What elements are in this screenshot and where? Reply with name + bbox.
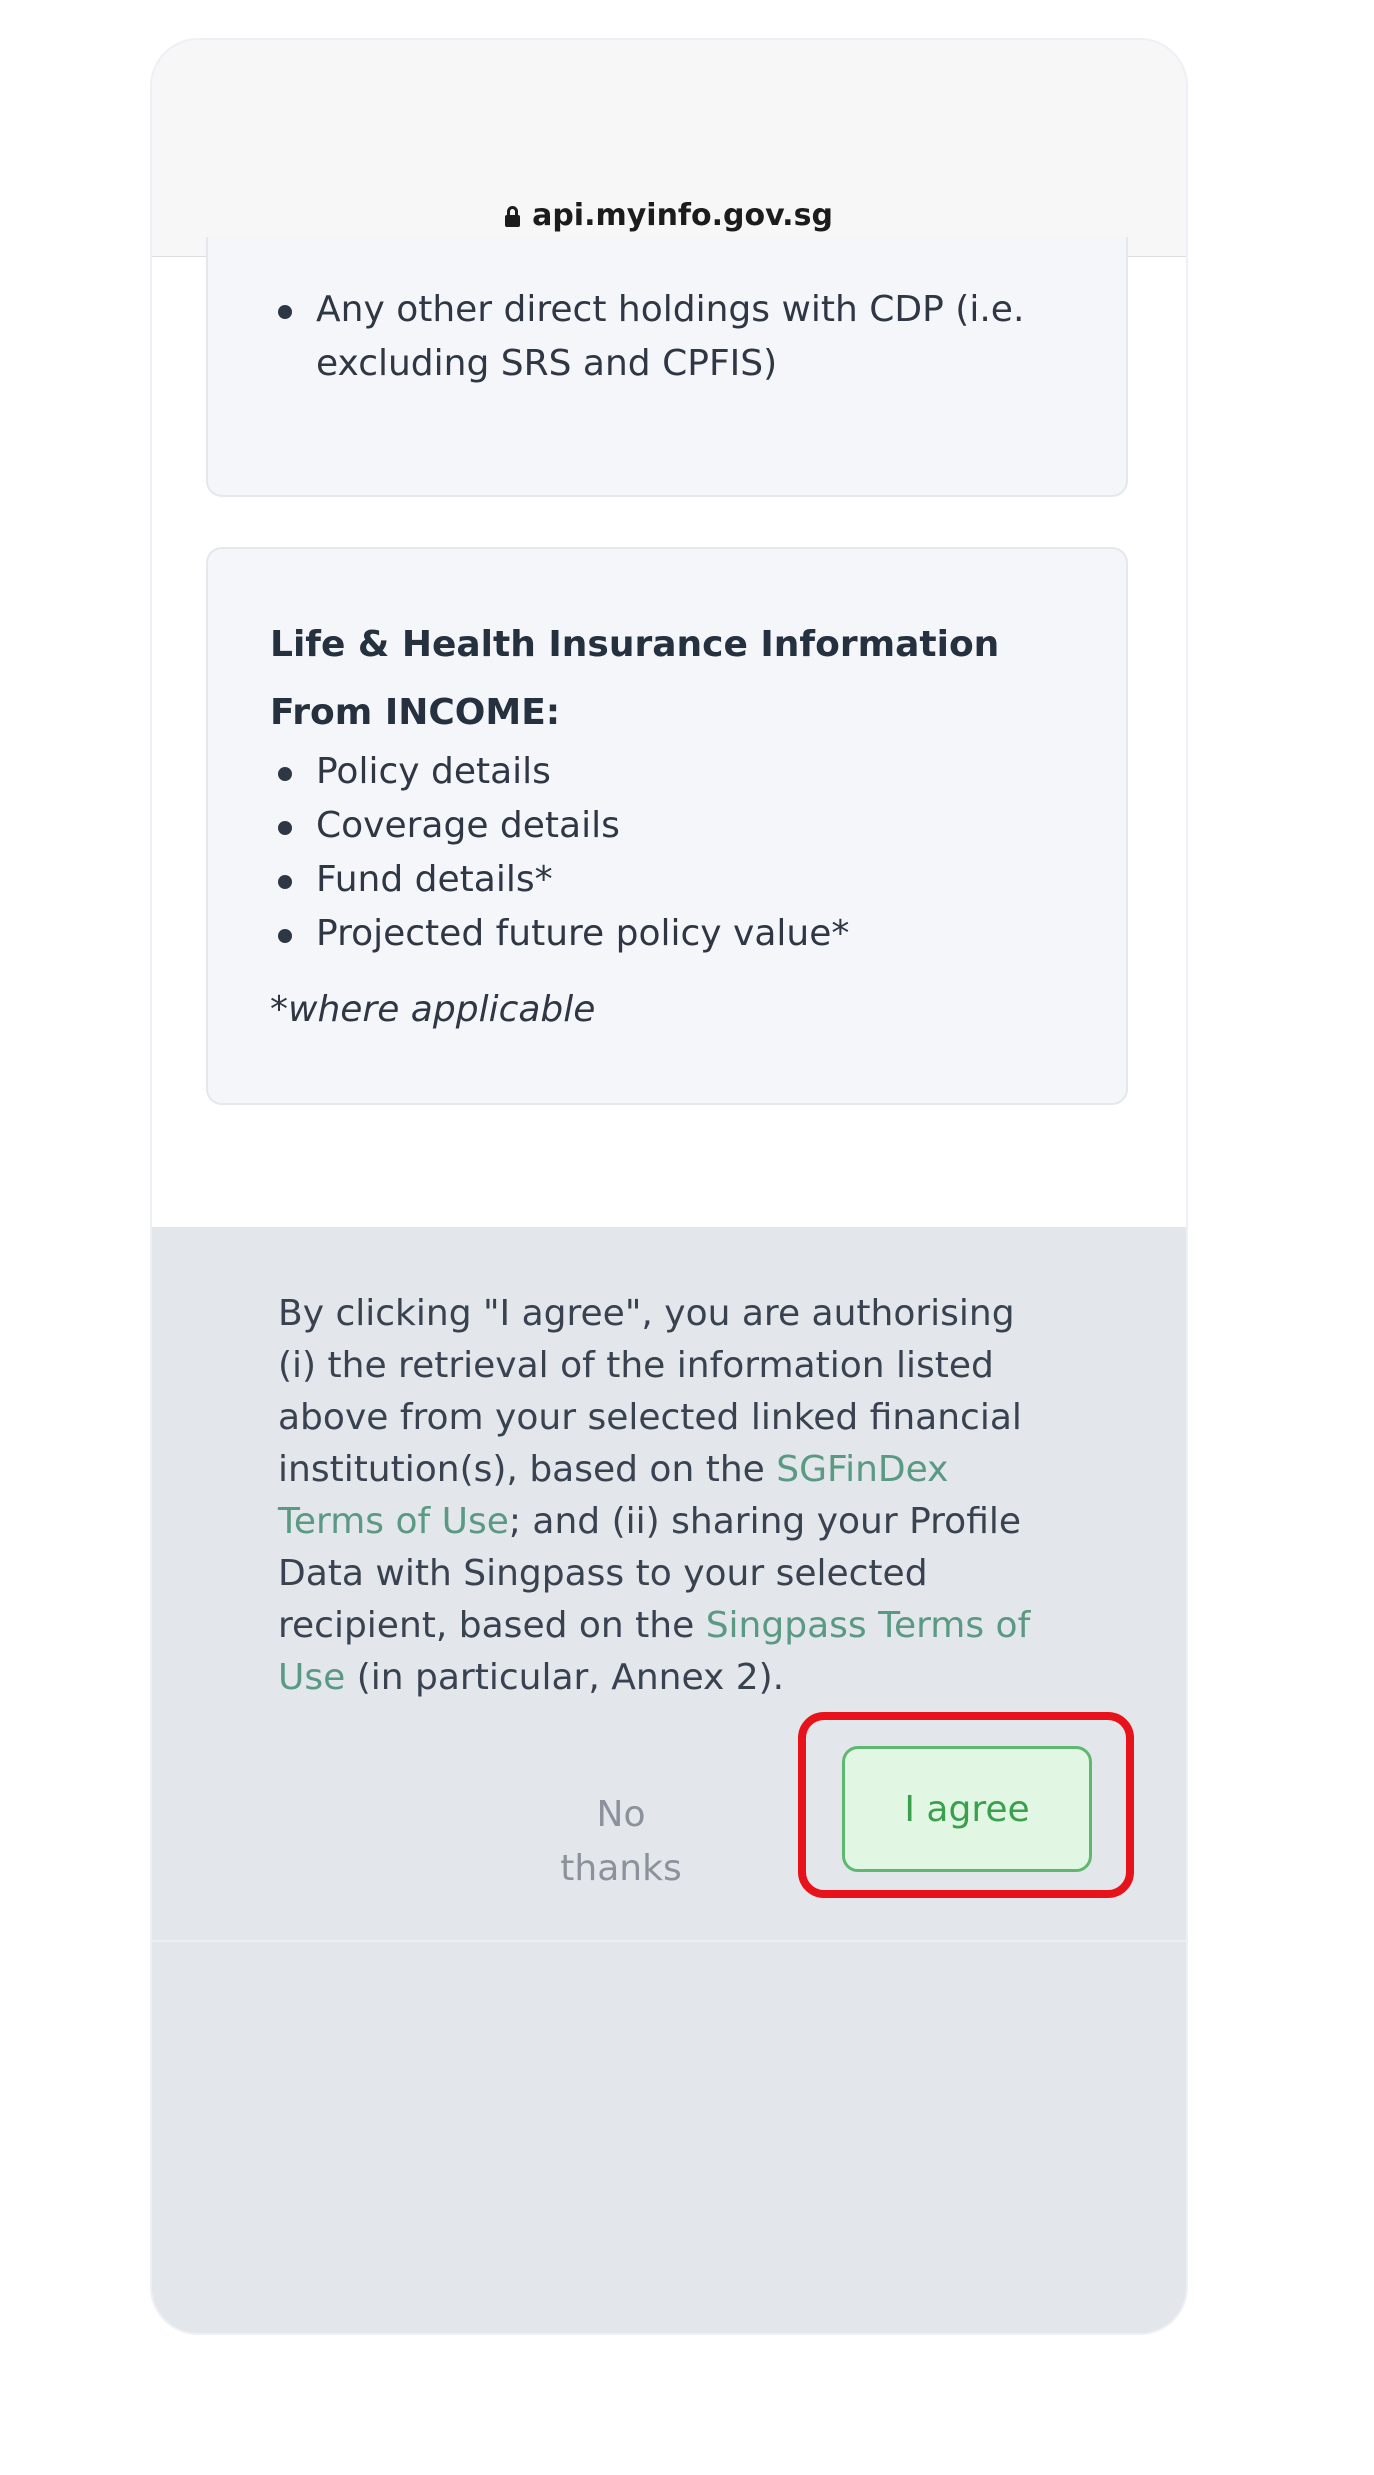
card-title-line1: Life & Health Insurance Information <box>270 624 1000 665</box>
scroll-content[interactable]: Any other direct holdings with CDP (i.e.… <box>152 237 1186 1227</box>
card-title-line2: From INCOME: <box>270 692 561 733</box>
highlight-box <box>798 1712 1134 1898</box>
card-title: Life & Health Insurance Information From… <box>270 611 1070 747</box>
cdp-list: Any other direct holdings with CDP (i.e.… <box>268 283 1048 391</box>
url-display[interactable]: api.myinfo.gov.sg <box>152 198 1186 233</box>
phone-frame: api.myinfo.gov.sg Any other direct holdi… <box>152 40 1186 2333</box>
applicable-note: *where applicable <box>270 989 596 1030</box>
list-item: Coverage details <box>268 799 1068 853</box>
insurance-list: Policy details Coverage details Fund det… <box>268 745 1068 961</box>
info-card-cdp: Any other direct holdings with CDP (i.e.… <box>206 237 1128 497</box>
consent-text-part3: (in particular, Annex 2). <box>345 1657 785 1698</box>
browser-address-bar[interactable]: api.myinfo.gov.sg <box>152 40 1186 257</box>
lock-icon <box>505 205 521 227</box>
list-item: Projected future policy value* <box>268 907 1068 961</box>
info-card-insurance: Life & Health Insurance Information From… <box>206 547 1128 1105</box>
list-item: Fund details* <box>268 853 1068 907</box>
list-item: Policy details <box>268 745 1068 799</box>
consent-text: By clicking "I agree", you are authorisi… <box>278 1288 1058 1704</box>
divider <box>152 1940 1186 1942</box>
no-thanks-button[interactable]: No thanks <box>546 1788 696 1896</box>
url-text: api.myinfo.gov.sg <box>532 198 833 233</box>
list-item: Any other direct holdings with CDP (i.e.… <box>268 283 1048 391</box>
